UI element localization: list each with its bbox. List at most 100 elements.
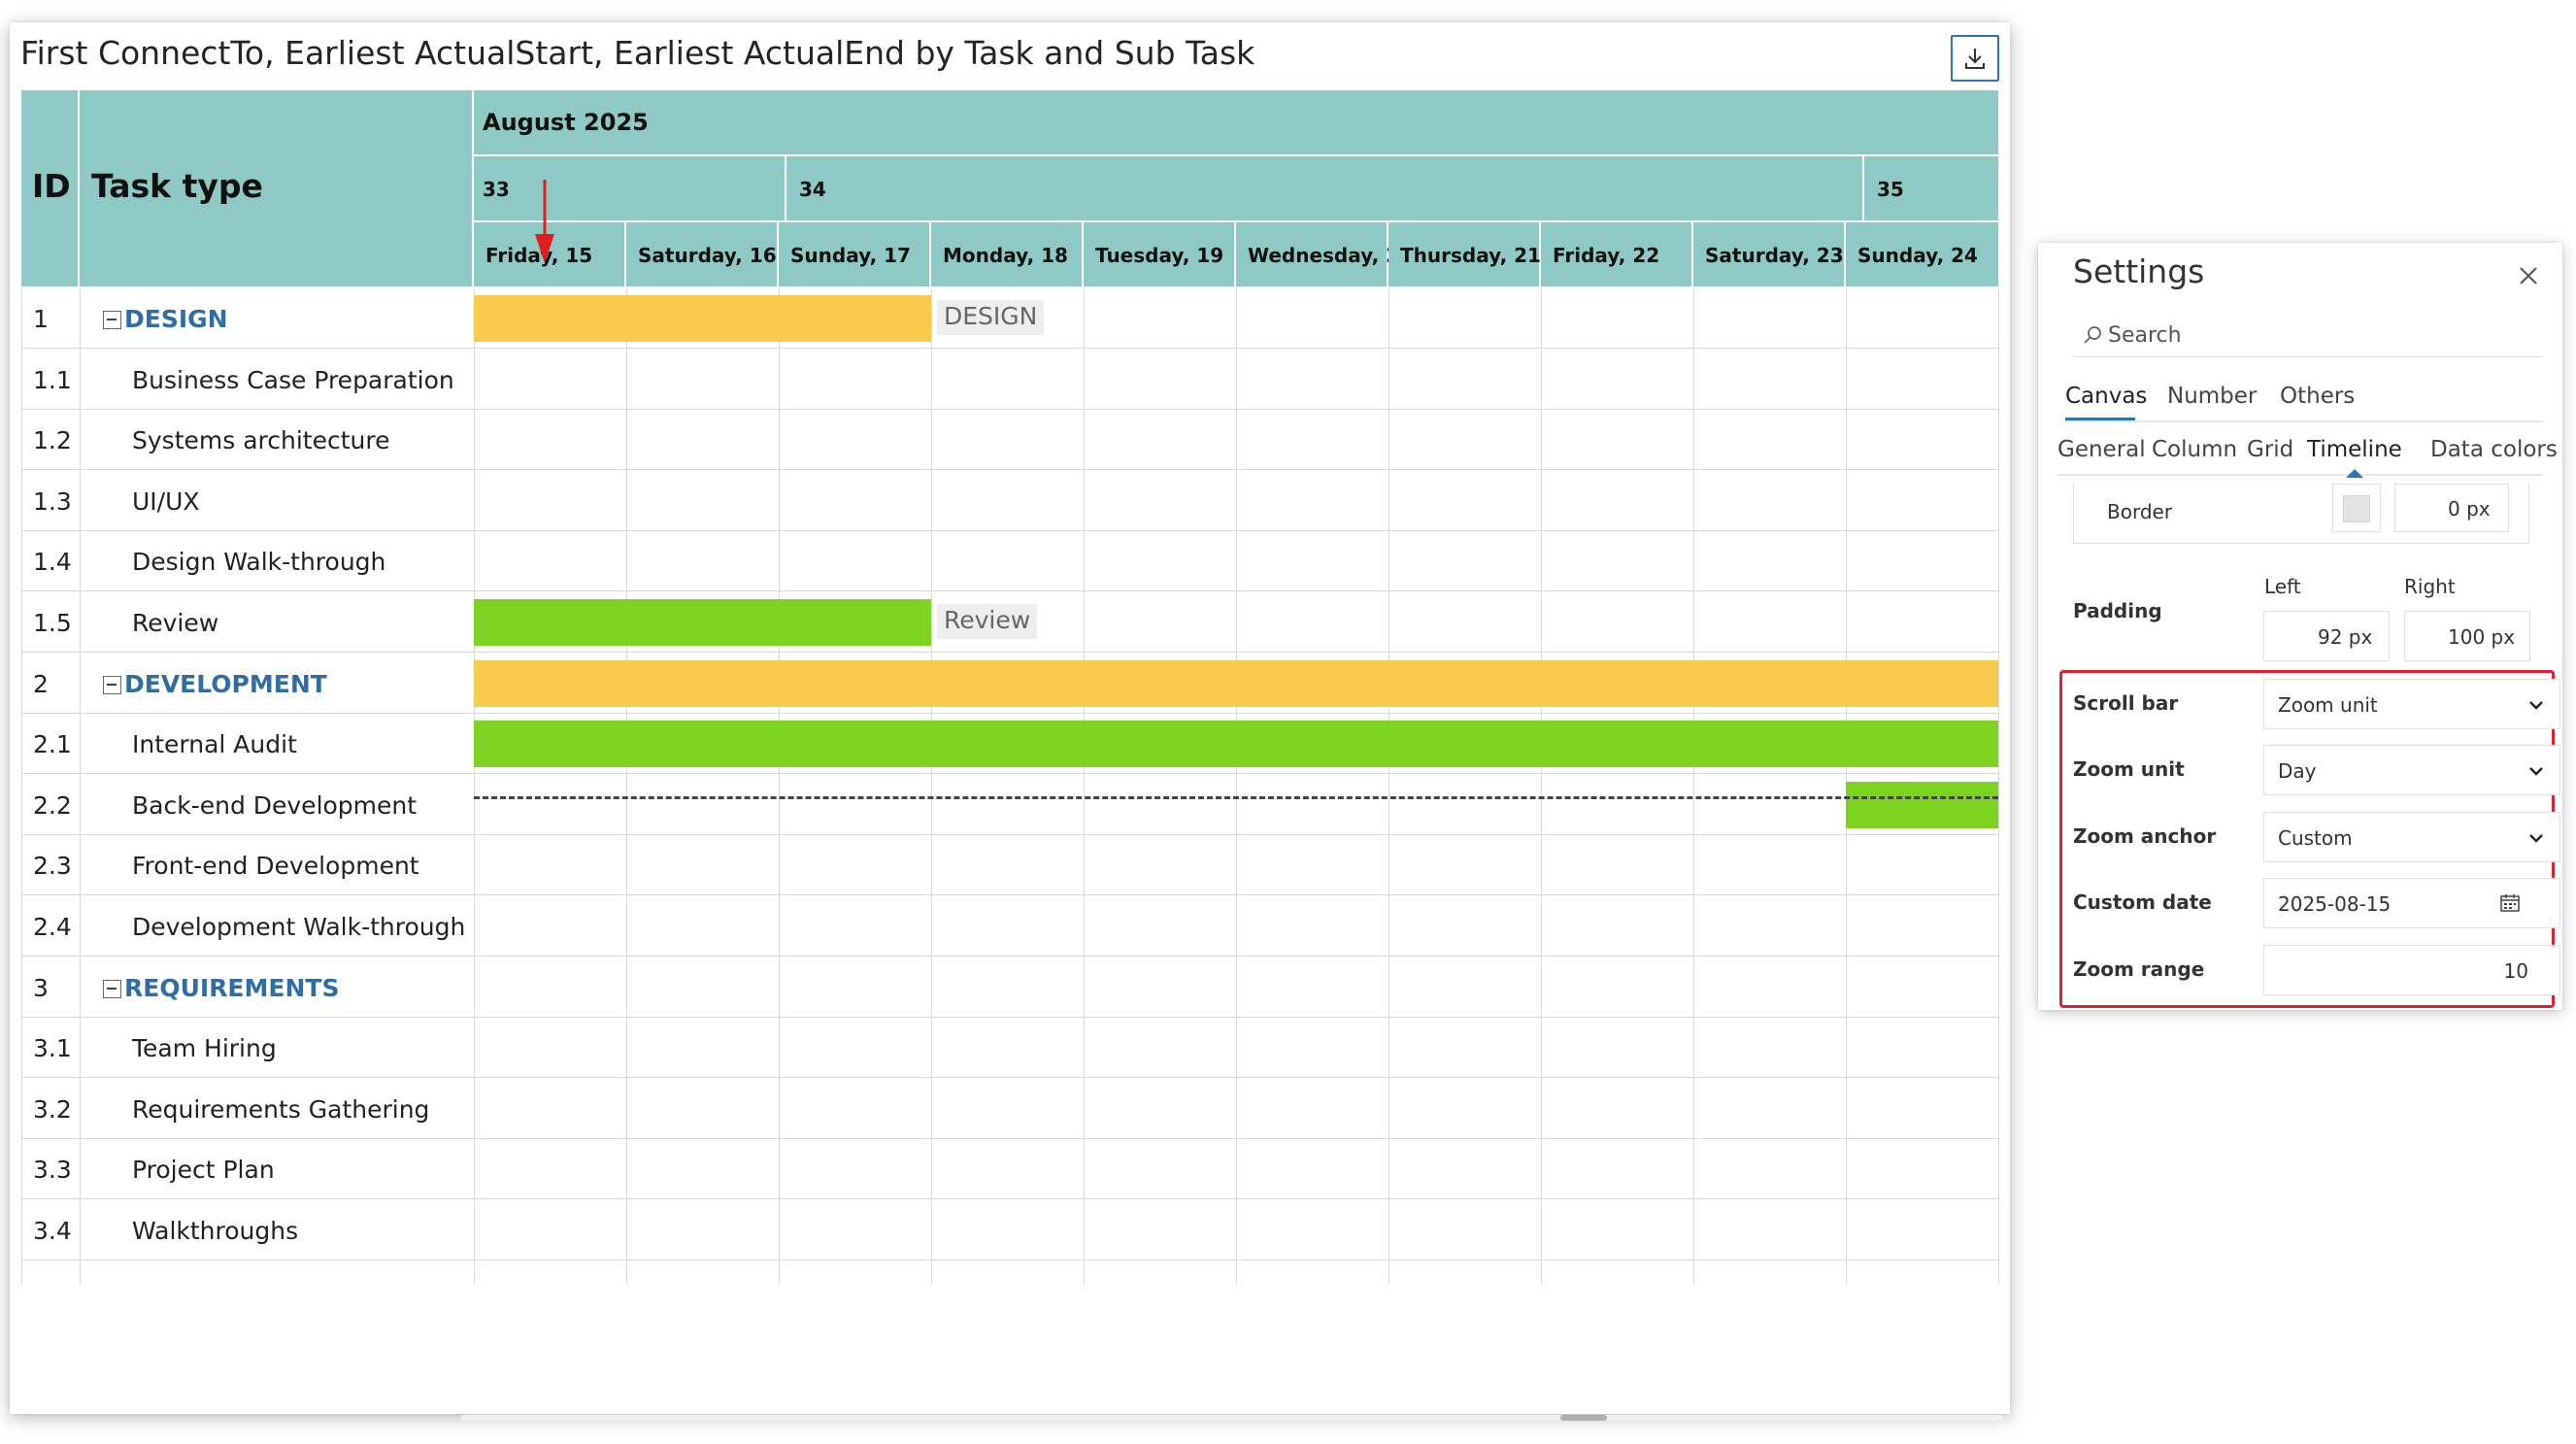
table-row: 3 REQUIREMENTS: [21, 957, 1998, 1018]
close-button[interactable]: [2515, 262, 2542, 289]
row-id: 2.3: [33, 852, 72, 881]
zoom-anchor-select[interactable]: Custom: [2263, 812, 2560, 862]
gantt-bar[interactable]: [1846, 781, 1998, 828]
task-name: Review: [132, 609, 219, 637]
table-row: 3.4 Walkthroughs: [21, 1200, 1998, 1260]
day-header: Monday, 18: [931, 222, 1084, 288]
task-name: Internal Audit: [132, 730, 297, 759]
table-row: 2.2 Back-end Development: [21, 775, 1998, 835]
padding-left-label: Left: [2264, 575, 2301, 598]
tab-canvas[interactable]: Canvas: [2065, 384, 2147, 409]
week-header: 35: [1864, 156, 1998, 222]
group-name: REQUIREMENTS: [124, 973, 340, 1002]
gantt-visual: First ConnectTo, Earliest ActualStart, E…: [10, 22, 2010, 1421]
row-id: 3.4: [33, 1217, 72, 1245]
row-id: 1: [33, 305, 49, 333]
row-id: 3: [33, 973, 49, 1002]
day-header: Tuesday, 19: [1084, 222, 1236, 288]
row-id: 3.1: [33, 1034, 72, 1063]
gantt-bar[interactable]: [474, 295, 931, 342]
settings-panel: Settings Canvas Number Others General Co…: [2038, 243, 2562, 1010]
row-id: 2.1: [33, 730, 72, 759]
table-row: 1.2 Systems architecture: [21, 410, 1998, 471]
row-id: 2.4: [33, 913, 72, 941]
collapse-toggle-icon[interactable]: [103, 979, 121, 998]
collapse-toggle-icon[interactable]: [103, 675, 121, 694]
dependency-line: [474, 796, 1998, 799]
zoom-unit-label: Zoom unit: [2073, 757, 2185, 781]
tab-number[interactable]: Number: [2167, 384, 2257, 409]
search-icon: [2084, 326, 2101, 344]
bar-label: DESIGN: [937, 300, 1045, 335]
active-tab-indicator: [2065, 418, 2135, 420]
day-header: Saturday, 16: [626, 222, 779, 288]
subtab-data-colors[interactable]: Data colors: [2430, 437, 2558, 462]
chevron-down-icon: [2529, 701, 2543, 710]
calendar-icon[interactable]: [2499, 892, 2521, 914]
task-name: Business Case Preparation: [132, 365, 454, 394]
zoom-unit-select[interactable]: Day: [2263, 745, 2560, 795]
custom-date-label: Custom date: [2073, 890, 2212, 914]
padding-right-input[interactable]: 100 px: [2404, 611, 2530, 661]
task-name: Systems architecture: [132, 426, 390, 455]
table-row: 2.3 Front-end Development: [21, 835, 1998, 896]
task-name: UI/UX: [132, 487, 200, 516]
row-id: 1.5: [33, 609, 72, 637]
subtab-grid[interactable]: Grid: [2247, 437, 2293, 462]
border-color-swatch[interactable]: [2332, 484, 2381, 532]
task-name: Team Hiring: [132, 1034, 277, 1063]
table-row: 2.4 Development Walk-through: [21, 896, 1998, 957]
export-icon: [1965, 49, 1985, 69]
subtab-column[interactable]: Column: [2152, 437, 2237, 462]
table-row: 1.3 UI/UX: [21, 471, 1998, 531]
search-box[interactable]: [2073, 313, 2543, 357]
gantt-grid: ID Task type August 2025 33 34 35 Friday…: [21, 90, 1999, 1285]
close-icon: [2520, 267, 2537, 285]
chevron-down-icon: [2529, 767, 2543, 776]
scrollbar-thumb[interactable]: [1560, 1415, 1607, 1421]
gantt-bar[interactable]: [474, 721, 1998, 768]
visual-title: First ConnectTo, Earliest ActualStart, E…: [20, 34, 1255, 72]
zoom-anchor-label: Zoom anchor: [2073, 824, 2217, 848]
zoom-range-input[interactable]: 10: [2263, 945, 2560, 995]
row-id: 2: [33, 669, 49, 698]
table-row: 1.1 Business Case Preparation: [21, 350, 1998, 410]
id-header: ID: [21, 90, 80, 288]
collapse-toggle-icon[interactable]: [103, 311, 121, 329]
subtab-general[interactable]: General: [2057, 437, 2146, 462]
gantt-bar[interactable]: [474, 599, 931, 646]
task-type-header: Task type: [80, 90, 474, 288]
zoom-anchor-marker: [535, 180, 554, 263]
padding-label: Padding: [2073, 599, 2162, 622]
padding-right-label: Right: [2404, 575, 2456, 598]
horizontal-scrollbar[interactable]: [461, 1415, 2003, 1421]
row-id: 3.3: [33, 1156, 72, 1185]
tab-others[interactable]: Others: [2280, 384, 2355, 409]
scroll-bar-select[interactable]: Zoom unit: [2263, 679, 2560, 729]
sub-tabs: General Column Grid Timeline Data colors: [2057, 437, 2558, 478]
row-id: 1.2: [33, 426, 72, 455]
gantt-bar[interactable]: [474, 659, 1998, 707]
scroll-bar-label: Scroll bar: [2073, 691, 2179, 715]
search-input[interactable]: [2108, 319, 2516, 352]
bar-label: Review: [937, 604, 1038, 639]
day-header: Friday, 22: [1541, 222, 1693, 288]
row-id: 1.1: [33, 365, 72, 394]
settings-title: Settings: [2073, 252, 2205, 290]
table-row: 3.3 Project Plan: [21, 1139, 1998, 1200]
table-row: 3.2 Requirements Gathering: [21, 1079, 1998, 1139]
group-name: DESIGN: [124, 305, 228, 333]
custom-date-input[interactable]: 2025-08-15: [2263, 878, 2560, 928]
padding-left-input[interactable]: 92 px: [2263, 611, 2390, 661]
subtab-timeline[interactable]: Timeline: [2307, 437, 2402, 462]
task-name: Walkthroughs: [132, 1217, 299, 1245]
export-button[interactable]: [1951, 35, 1999, 82]
day-header: Sunday, 24: [1846, 222, 1998, 288]
border-width-input[interactable]: 0 px: [2394, 484, 2509, 532]
border-label: Border: [2107, 500, 2173, 523]
day-header: Sunday, 17: [779, 222, 931, 288]
row-id: 1.4: [33, 548, 72, 577]
row-id: 2.2: [33, 790, 72, 820]
month-header: August 2025: [474, 90, 1998, 156]
group-name: DEVELOPMENT: [124, 669, 327, 698]
